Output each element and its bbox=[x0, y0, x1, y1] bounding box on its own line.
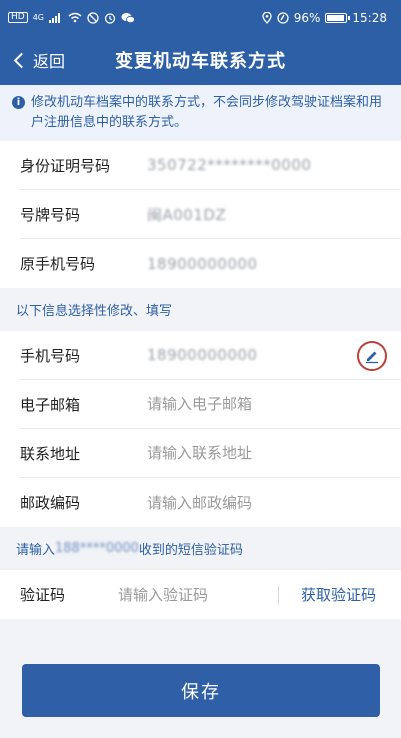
back-button[interactable]: 返回 bbox=[12, 35, 65, 85]
verify-code-label: 验证码 bbox=[20, 586, 66, 604]
get-code-button[interactable]: 获取验证码 bbox=[279, 584, 376, 605]
no-disturb-icon bbox=[87, 11, 99, 24]
verify-row: 验证码 获取验证码 bbox=[0, 570, 401, 619]
back-label: 返回 bbox=[33, 52, 66, 71]
status-left: HD 4G bbox=[8, 11, 135, 24]
notice-banner: i 修改机动车档案中的联系方式，不会同步修改驾驶证档案和用户注册信息中的联系方式… bbox=[0, 85, 401, 141]
info-icon: i bbox=[12, 96, 25, 109]
charging-speed-icon bbox=[277, 11, 289, 24]
address-row: 联系地址 bbox=[20, 429, 401, 478]
phone-label: 手机号码 bbox=[20, 346, 81, 365]
notice-text: 修改机动车档案中的联系方式，不会同步修改驾驶证档案和用户注册信息中的联系方式。 bbox=[31, 95, 383, 130]
original-phone-label: 原手机号码 bbox=[20, 255, 96, 273]
status-bar: HD 4G 96% 15:28 bbox=[0, 0, 401, 35]
id-number-row: 身份证明号码 350722********0000 bbox=[20, 141, 401, 190]
fixed-info-card: 身份证明号码 350722********0000 号牌号码 闽A001DZ 原… bbox=[0, 141, 401, 288]
battery-fill bbox=[327, 14, 344, 21]
email-row: 电子邮箱 bbox=[20, 380, 401, 429]
plate-number-label: 号牌号码 bbox=[20, 205, 81, 224]
email-field[interactable] bbox=[147, 395, 347, 413]
hd-badge: HD bbox=[8, 12, 28, 23]
wechat-icon bbox=[121, 12, 135, 24]
nav-bar: 返回 变更机动车联系方式 bbox=[0, 35, 401, 85]
address-label: 联系地址 bbox=[20, 444, 81, 463]
save-button[interactable]: 保存 bbox=[22, 664, 380, 717]
postcode-row: 邮政编码 bbox=[20, 478, 401, 527]
plate-number-row: 号牌号码 闽A001DZ bbox=[20, 190, 401, 239]
alarm-icon bbox=[104, 12, 116, 24]
edit-icon[interactable] bbox=[357, 341, 387, 371]
wifi-icon bbox=[68, 12, 82, 23]
verify-prompt-suffix: 收到的短信验证码 bbox=[138, 543, 243, 558]
optional-info-card: 手机号码 18900000000 电子邮箱 联系地址 邮政编码 bbox=[0, 331, 401, 527]
postcode-label: 邮政编码 bbox=[20, 494, 81, 512]
phone-row: 手机号码 18900000000 bbox=[20, 331, 401, 380]
verify-prompt: 请输入 188****0000 收到的短信验证码 bbox=[0, 527, 401, 570]
verify-prompt-prefix: 请输入 bbox=[16, 543, 56, 558]
status-right: 96% 15:28 bbox=[262, 11, 387, 25]
email-label: 电子邮箱 bbox=[20, 395, 81, 414]
original-phone-value: 18900000000 bbox=[147, 254, 258, 273]
verify-prompt-phone: 188****0000 bbox=[55, 541, 139, 556]
page-title: 变更机动车联系方式 bbox=[115, 51, 286, 72]
chevron-left-icon bbox=[13, 52, 30, 68]
phone-field[interactable]: 18900000000 bbox=[147, 346, 257, 364]
verify-code-field[interactable] bbox=[118, 585, 278, 604]
battery-percent: 96% bbox=[293, 10, 321, 25]
original-phone-row: 原手机号码 18900000000 bbox=[20, 239, 401, 288]
id-number-value: 350722********0000 bbox=[147, 156, 312, 174]
status-time: 15:28 bbox=[352, 10, 387, 25]
plate-number-value: 闽A001DZ bbox=[147, 205, 227, 224]
location-icon bbox=[262, 11, 272, 24]
network-type: 4G bbox=[32, 12, 44, 22]
postcode-field[interactable] bbox=[147, 493, 347, 512]
battery-icon bbox=[325, 12, 351, 23]
address-field[interactable] bbox=[147, 444, 347, 462]
optional-section-header: 以下信息选择性修改、填写 bbox=[16, 304, 173, 319]
id-number-label: 身份证明号码 bbox=[20, 156, 111, 175]
signal-icon bbox=[49, 12, 63, 23]
